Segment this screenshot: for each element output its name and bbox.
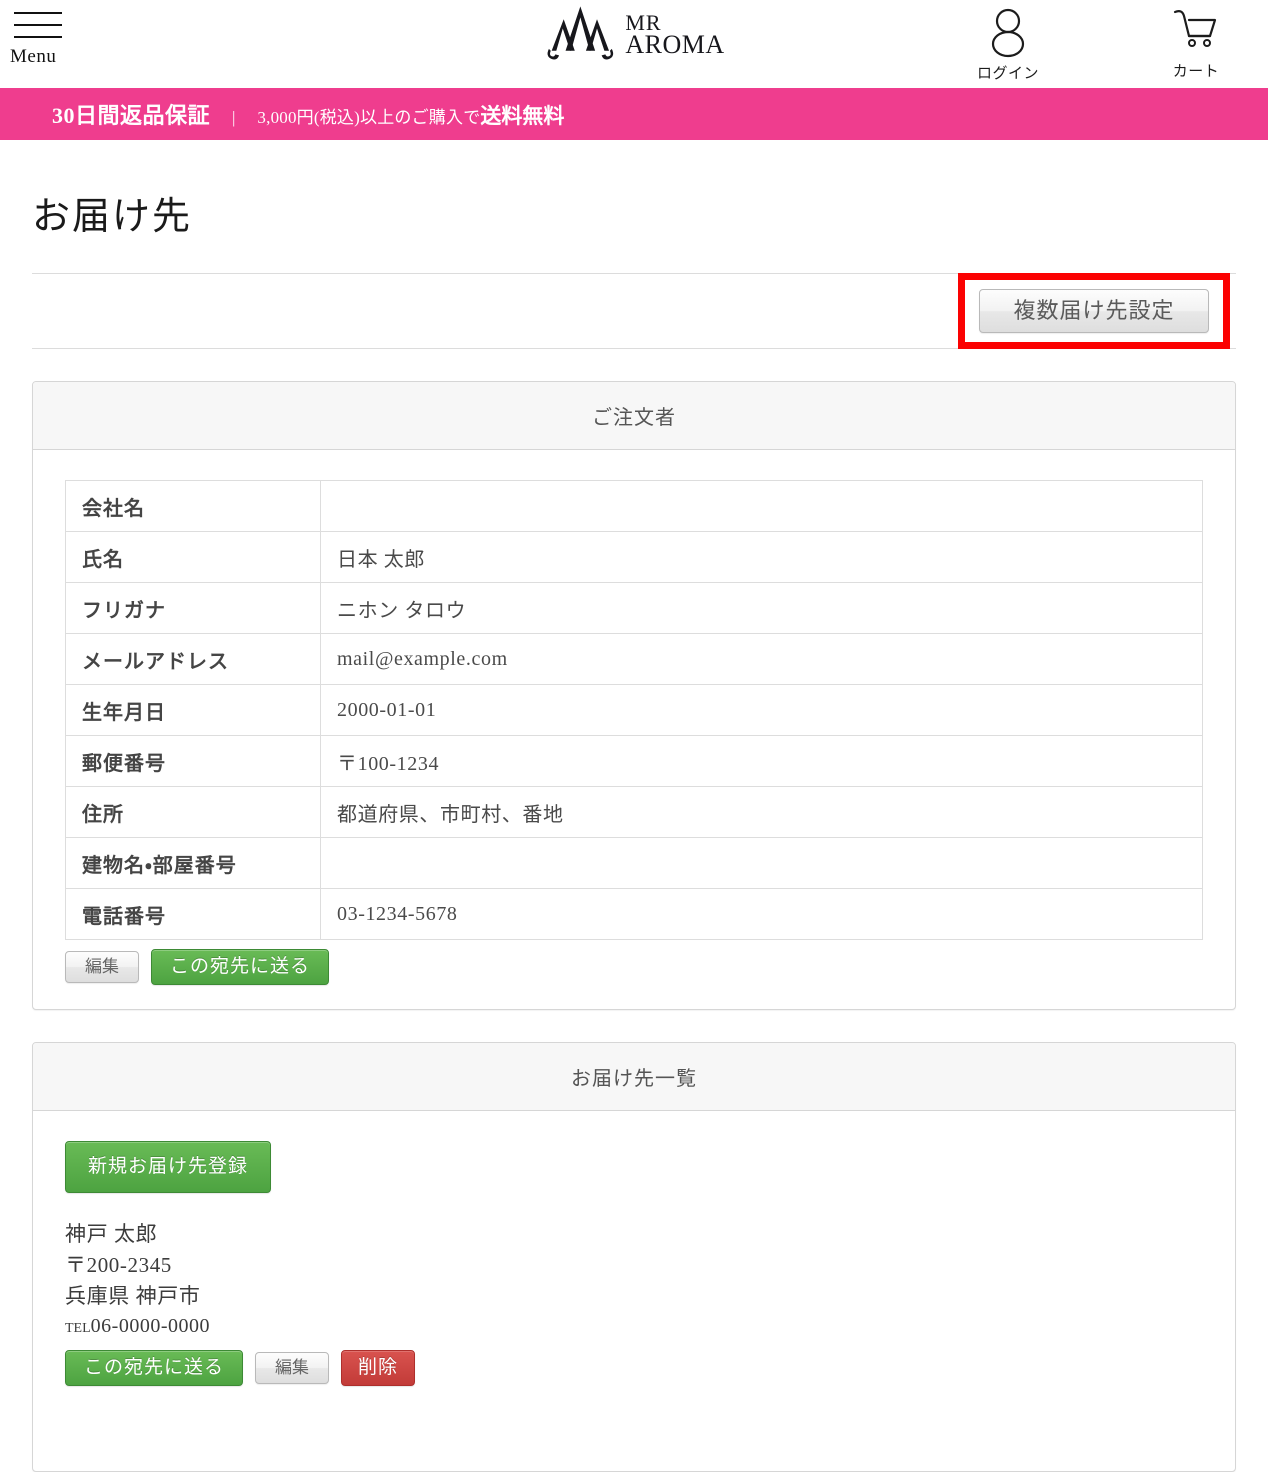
row-value <box>320 837 1203 889</box>
page-title: お届け先 <box>32 196 193 238</box>
destination-address-block: 神戸 太郎 〒200-2345 兵庫県 神戸市 Tel06-0000-0000 <box>65 1219 1203 1342</box>
brand-line-2: AROMA <box>625 30 725 60</box>
new-destination-button[interactable]: 新規お届け先登録 <box>65 1141 272 1193</box>
row-label: 郵便番号 <box>65 735 321 787</box>
promo-text: 30日間返品保証 | 3,000円(税込)以上のご購入で 送料無料 <box>0 98 564 130</box>
user-icon <box>991 8 1025 58</box>
cart-label: カート <box>1172 64 1220 80</box>
toolbar-row: 複数届け先設定 <box>32 273 1236 349</box>
orderer-panel: ご注文者 会社名 氏名 日本 太郎 フリガナ ニホン タロウ メールアドレス m… <box>32 381 1236 1010</box>
brand-logo[interactable]: MR AROMA <box>543 4 724 66</box>
menu-label: Menu <box>10 46 57 67</box>
orderer-panel-body: 会社名 氏名 日本 太郎 フリガナ ニホン タロウ メールアドレス mail@e… <box>33 450 1235 1009</box>
table-row: 建物名・部屋番号 <box>65 837 1203 889</box>
login-label: ログイン <box>976 66 1039 82</box>
login-button[interactable]: ログイン <box>966 6 1050 83</box>
orderer-info-table: 会社名 氏名 日本 太郎 フリガナ ニホン タロウ メールアドレス mail@e… <box>65 480 1203 940</box>
destination-tel: Tel06-0000-0000 <box>65 1312 1203 1342</box>
orderer-panel-heading: ご注文者 <box>33 382 1235 450</box>
destination-delete-button[interactable]: 削除 <box>341 1349 416 1386</box>
mr-aroma-monogram-icon <box>547 6 614 60</box>
row-value: ニホン タロウ <box>320 582 1203 634</box>
orderer-edit-button[interactable]: 編集 <box>65 951 139 983</box>
row-value: 都道府県、市町村、番地 <box>320 786 1203 838</box>
promo-shipping-emphasis: 送料無料 <box>480 104 565 128</box>
row-value: mail@example.com <box>320 633 1203 685</box>
row-label: 建物名・部屋番号 <box>65 837 321 889</box>
menu-toggle-button[interactable]: Menu <box>6 8 86 68</box>
row-value: 日本 太郎 <box>320 531 1203 583</box>
table-row: 生年月日 2000-01-01 <box>65 684 1203 736</box>
row-label: 生年月日 <box>65 684 321 736</box>
promo-guarantee: 30日間返品保証 <box>52 103 211 128</box>
destination-postal-code: 〒200-2345 <box>65 1253 172 1278</box>
destination-edit-button[interactable]: 編集 <box>255 1351 330 1384</box>
table-row: メールアドレス mail@example.com <box>65 633 1203 685</box>
promo-banner: 30日間返品保証 | 3,000円(税込)以上のご購入で 送料無料 <box>0 88 1268 140</box>
table-row: 会社名 <box>65 480 1203 532</box>
multi-ship-highlight-box: 複数届け先設定 <box>958 273 1230 349</box>
destination-panel-heading: お届け先一覧 <box>33 1043 1235 1111</box>
tel-number: 06-0000-0000 <box>90 1315 210 1338</box>
destination-send-to-address-button[interactable]: この宛先に送る <box>65 1349 244 1386</box>
page-content: お届け先 複数届け先設定 ご注文者 会社名 氏名 日本 太郎 フリガナ ニホン … <box>0 185 1268 1472</box>
row-label: 電話番号 <box>65 888 321 940</box>
row-label: 氏名 <box>65 531 321 583</box>
site-header: Menu MR AROMA ログイン カート <box>0 0 1268 88</box>
row-label: フリガナ <box>65 582 321 634</box>
destination-panel-body: 新規お届け先登録 神戸 太郎 〒200-2345 兵庫県 神戸市 Tel06-0… <box>33 1111 1235 1471</box>
table-row: 氏名 日本 太郎 <box>65 531 1203 583</box>
table-row: 住所 都道府県、市町村、番地 <box>65 786 1203 838</box>
row-label: 住所 <box>65 786 321 838</box>
hamburger-icon <box>14 8 62 38</box>
brand-wordmark: MR AROMA <box>625 11 725 60</box>
table-row: 電話番号 03-1234-5678 <box>65 888 1203 940</box>
promo-separator: | <box>232 108 236 127</box>
header-actions: ログイン カート <box>966 6 1238 83</box>
table-row: 郵便番号 〒100-1234 <box>65 735 1203 787</box>
orderer-send-to-address-button[interactable]: この宛先に送る <box>151 949 330 985</box>
row-label: メールアドレス <box>65 633 321 685</box>
destination-name: 神戸 太郎 <box>65 1222 158 1246</box>
row-value: 2000-01-01 <box>320 684 1203 736</box>
row-value <box>320 480 1203 532</box>
table-row: フリガナ ニホン タロウ <box>65 582 1203 634</box>
tel-label: Tel <box>65 1321 91 1337</box>
promo-shipping-prefix: 3,000円(税込)以上のご購入で <box>257 108 481 127</box>
destination-actions: この宛先に送る 編集 削除 <box>65 1349 1203 1386</box>
row-label: 会社名 <box>65 480 321 532</box>
row-value: 〒100-1234 <box>320 735 1203 787</box>
destination-address: 兵庫県 神戸市 <box>65 1284 201 1309</box>
destination-list-panel: お届け先一覧 新規お届け先登録 神戸 太郎 〒200-2345 兵庫県 神戸市 … <box>32 1042 1236 1472</box>
cart-icon <box>1173 10 1217 47</box>
row-value: 03-1234-5678 <box>320 888 1203 940</box>
multi-ship-settings-button[interactable]: 複数届け先設定 <box>979 289 1209 333</box>
cart-button[interactable]: カート <box>1154 6 1238 83</box>
orderer-actions: 編集 この宛先に送る <box>65 949 1203 985</box>
list-item: 神戸 太郎 〒200-2345 兵庫県 神戸市 Tel06-0000-0000 … <box>65 1219 1203 1386</box>
